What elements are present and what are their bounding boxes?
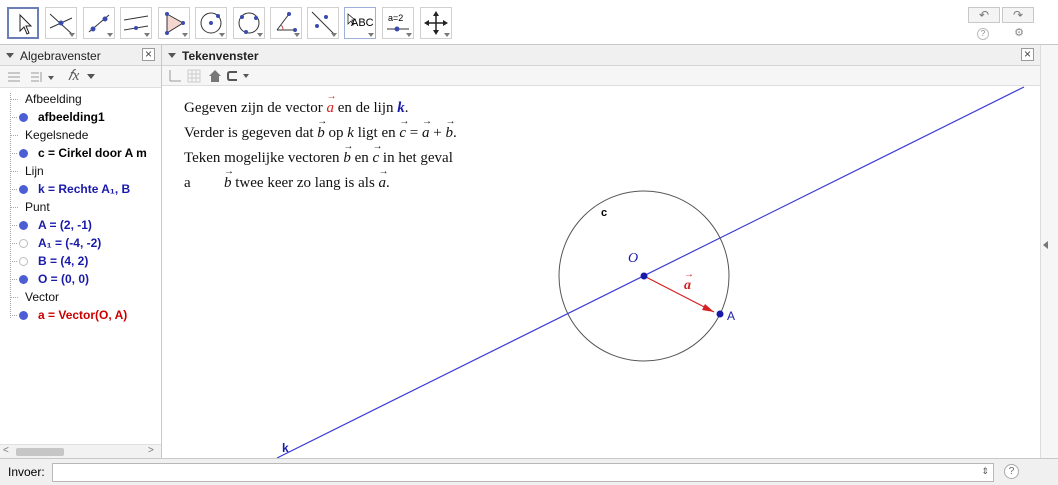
graphics-title: Tekenvenster (182, 49, 259, 63)
slider-tool-button[interactable]: a=2 (382, 7, 414, 39)
circle-label: c (601, 207, 608, 219)
scroll-thumb[interactable] (16, 448, 64, 456)
scroll-left-icon[interactable]: < (3, 445, 9, 456)
visibility-toggle[interactable] (19, 221, 28, 230)
collapse-icon[interactable] (168, 53, 176, 58)
visibility-toggle[interactable] (19, 239, 28, 248)
visibility-toggle[interactable] (19, 257, 28, 266)
conic-tool-button[interactable] (233, 7, 265, 39)
point-tool-button[interactable] (45, 7, 77, 39)
algebra-item[interactable]: a = Vector(O, A) (38, 308, 127, 322)
line-label: k (282, 441, 289, 455)
visibility-toggle[interactable] (19, 185, 28, 194)
algebra-item[interactable]: O = (0, 0) (38, 272, 89, 286)
algebra-item[interactable]: A = (2, -1) (38, 218, 92, 232)
settings-icon[interactable]: ⚙ (1011, 26, 1027, 40)
input-label: Invoer: (8, 465, 45, 479)
algebra-style-bar: 𝑓x (0, 66, 161, 88)
algebra-item[interactable]: c = Cirkel door A m (38, 146, 147, 160)
point-a[interactable] (716, 310, 724, 318)
move-view-tool-button[interactable] (420, 7, 452, 39)
graphics-view[interactable]: Tekenvenster × c O a A k Gegeven zijn de… (162, 45, 1040, 458)
vector-label: a (684, 269, 694, 294)
text-tool-button[interactable]: ABC (344, 7, 376, 39)
move-tool-button[interactable] (7, 7, 39, 39)
input-bar: Invoer: ⇕ ? (0, 458, 1058, 485)
line-tool-button[interactable] (83, 7, 115, 39)
polygon-tool-button[interactable] (158, 7, 190, 39)
point-o[interactable] (640, 272, 648, 280)
input-help-icon[interactable]: ? (1004, 464, 1019, 479)
category-label[interactable]: Afbeelding (25, 92, 82, 106)
perpendicular-tool-button[interactable] (120, 7, 152, 39)
text-tool-label: ABC (351, 17, 374, 29)
visibility-toggle[interactable] (19, 113, 28, 122)
algebra-item[interactable]: afbeelding1 (38, 110, 105, 124)
undo-icon: ↶ (978, 8, 990, 22)
reflect-tool-button[interactable] (307, 7, 339, 39)
text-line-1: Gegeven zijn de vector a en de lijn k. (184, 91, 409, 117)
text-line-2: Verder is gegeven dat b op k ligt en c =… (184, 116, 457, 142)
algebra-header: Algebravenster × (0, 45, 161, 66)
point-capture-icon[interactable] (226, 69, 252, 83)
undo-button[interactable]: ↶ (968, 7, 1000, 23)
graphics-header: Tekenvenster × (162, 45, 1040, 66)
fx-dropdown-icon[interactable] (86, 74, 96, 80)
axes-toggle-icon[interactable] (168, 69, 182, 83)
vector-a[interactable] (643, 275, 715, 313)
grid-toggle-icon[interactable] (187, 69, 201, 83)
circle-tool-button[interactable] (195, 7, 227, 39)
vector-a-arrowhead (702, 304, 714, 312)
algebra-hscrollbar[interactable]: < > (0, 444, 161, 459)
visibility-toggle[interactable] (19, 311, 28, 320)
algebra-view: Algebravenster × 𝑓x Afbeelding afbeelding… (0, 45, 162, 459)
expand-left-icon[interactable] (1042, 240, 1050, 250)
graphics-close-button[interactable]: × (1021, 48, 1034, 61)
redo-button[interactable]: ↷ (1002, 7, 1034, 23)
origin-label: O (628, 251, 639, 266)
category-label[interactable]: Punt (25, 200, 50, 214)
input-spinner-icon[interactable]: ⇕ (981, 466, 989, 477)
home-icon[interactable] (208, 69, 222, 83)
input-field[interactable]: ⇕ (52, 463, 994, 482)
side-collapse-strip[interactable] (1040, 45, 1058, 458)
line-k[interactable] (276, 86, 1025, 458)
angle-tool-button[interactable] (270, 7, 302, 39)
cursor-arrow-icon (19, 13, 33, 35)
sort-icon[interactable] (30, 70, 56, 84)
algebra-title: Algebravenster (20, 49, 101, 63)
redo-icon: ↷ (1012, 8, 1024, 22)
text-line-3: Teken mogelijke vectoren b en c in het g… (184, 141, 453, 167)
tree-guide (10, 93, 11, 318)
help-icon[interactable]: ? (977, 28, 989, 40)
category-label[interactable]: Vector (25, 290, 59, 304)
algebra-item[interactable]: k = Rechte A₁, B (38, 182, 130, 196)
scroll-right-icon[interactable]: > (148, 445, 154, 456)
algebra-item[interactable]: A₁ = (-4, -2) (38, 236, 101, 250)
collapse-icon[interactable] (6, 53, 14, 58)
algebra-item[interactable]: B = (4, 2) (38, 254, 88, 268)
visibility-toggle[interactable] (19, 149, 28, 158)
toolbar: ABC a=2 ↶ ↷ ? ⚙ (0, 0, 1058, 45)
fx-icon[interactable]: 𝑓x (68, 67, 79, 85)
category-label[interactable]: Kegelsnede (25, 128, 88, 142)
graphics-style-bar (162, 66, 1040, 86)
point-a-label: A (727, 309, 736, 323)
list-view-icon[interactable] (7, 70, 21, 84)
text-line-4: ab twee keer zo lang is als a. (184, 166, 390, 192)
visibility-toggle[interactable] (19, 275, 28, 284)
category-label[interactable]: Lijn (25, 164, 44, 178)
algebra-close-button[interactable]: × (142, 48, 155, 61)
